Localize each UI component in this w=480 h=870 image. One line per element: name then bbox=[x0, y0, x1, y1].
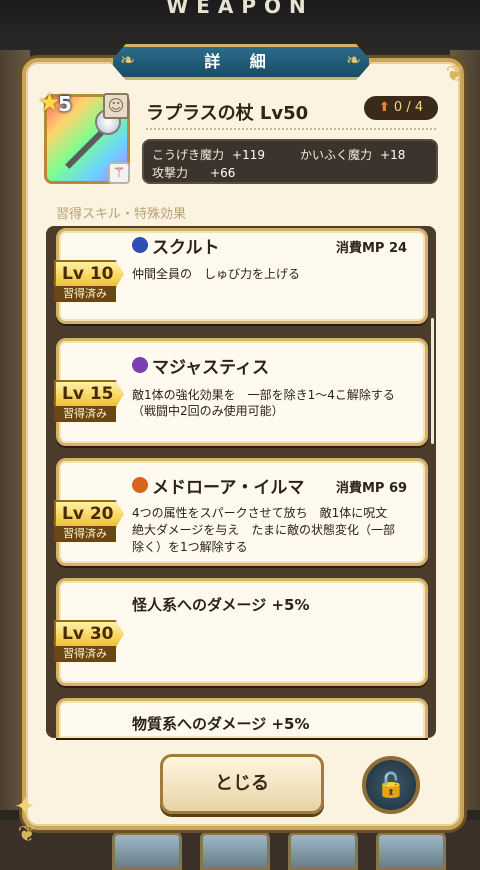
skill-description: 絶大ダメージを与え たまに敵の状態変化（一部 bbox=[132, 523, 396, 537]
party-member-thumb[interactable] bbox=[376, 832, 446, 870]
corner-ornament: ❦ bbox=[17, 822, 37, 847]
upgrade-badge: ⬆ 0 / 4 bbox=[364, 96, 438, 120]
stat-value: +66 bbox=[210, 166, 236, 180]
skill-description: （戦闘中2回のみ使用可能） bbox=[132, 404, 284, 418]
skill-type-icon bbox=[132, 477, 148, 493]
level-tag: Lv 20 習得済み bbox=[54, 500, 124, 548]
stat-row: かいふく魔力 +18 bbox=[300, 146, 405, 163]
skill-description: 仲間全員の しゅび力を上げる bbox=[132, 267, 301, 281]
stat-label: こうげき魔力 bbox=[152, 148, 225, 162]
section-label: 習得スキル・特殊効果 bbox=[56, 207, 187, 222]
banner-ornament-icon: ❧ bbox=[346, 50, 362, 71]
level-label: Lv 30 bbox=[54, 620, 124, 648]
divider bbox=[146, 128, 436, 130]
rarity-value: 5 bbox=[58, 92, 72, 116]
skill-name: スクルト bbox=[152, 238, 220, 258]
item-name: ラプラスの杖 Lv50 bbox=[146, 103, 309, 124]
stat-row: こうげき魔力 +119 bbox=[152, 146, 265, 163]
unlock-icon[interactable]: 🔓 bbox=[362, 756, 420, 814]
skill-name: 物質系へのダメージ +5% bbox=[132, 715, 310, 733]
skill-name: メドローア・イルマ bbox=[152, 478, 305, 498]
stat-label: 攻撃力 bbox=[152, 166, 189, 180]
learned-label: 習得済み bbox=[54, 526, 116, 542]
skill-description: 4つの属性をスパークさせて放ち 敵1体に呪文 bbox=[132, 506, 388, 520]
banner-ornament-icon: ❧ bbox=[120, 50, 136, 71]
learned-label: 習得済み bbox=[54, 406, 116, 422]
level-tag: Lv 10 習得済み bbox=[54, 260, 124, 308]
party-member-thumb[interactable] bbox=[288, 832, 358, 870]
skill-description: 敵1体の強化効果を 一部を除き1～4こ解除する bbox=[132, 388, 395, 402]
mp-cost: 消費MP 24 bbox=[336, 241, 408, 256]
stat-value: +18 bbox=[380, 148, 406, 162]
stat-value: +119 bbox=[232, 148, 265, 162]
screen-title: WEAPON bbox=[166, 0, 314, 18]
skill-name: 怪人系へのダメージ +5% bbox=[132, 596, 310, 614]
stat-label: かいふく魔力 bbox=[300, 148, 373, 162]
level-label: Lv 10 bbox=[54, 260, 124, 288]
level-label: Lv 15 bbox=[54, 380, 124, 408]
learned-label: 習得済み bbox=[54, 646, 116, 662]
scrollbar[interactable] bbox=[431, 318, 434, 444]
dialog-title: 詳 細 bbox=[204, 52, 278, 71]
party-member-thumb[interactable] bbox=[112, 832, 182, 870]
level-label: Lv 20 bbox=[54, 500, 124, 528]
mp-cost: 消費MP 69 bbox=[336, 481, 408, 496]
character-portrait-icon: ☺ bbox=[103, 93, 129, 119]
corner-ornament: ❦ bbox=[445, 62, 465, 87]
learned-label: 習得済み bbox=[54, 286, 116, 302]
party-member-thumb[interactable] bbox=[200, 832, 270, 870]
skill-type-icon bbox=[132, 237, 148, 253]
weapon-type-icon: ⚚ bbox=[108, 162, 130, 184]
level-tag: Lv 30 習得済み bbox=[54, 620, 124, 668]
star-ornament-icon: ✦ bbox=[14, 792, 36, 822]
skill-name: マジャスティス bbox=[152, 358, 270, 378]
arrow-up-icon: ⬆ bbox=[378, 100, 390, 115]
stat-row: 攻撃力 +66 bbox=[152, 164, 235, 181]
skill-type-icon bbox=[132, 357, 148, 373]
skill-description: 除く）を1つ解除する bbox=[132, 540, 248, 554]
upgrade-count: 0 / 4 bbox=[393, 100, 424, 115]
close-button[interactable]: とじる bbox=[160, 754, 324, 814]
level-tag: Lv 15 習得済み bbox=[54, 380, 124, 428]
stats-box: こうげき魔力 +119 かいふく魔力 +18 攻撃力 +66 bbox=[142, 139, 438, 184]
